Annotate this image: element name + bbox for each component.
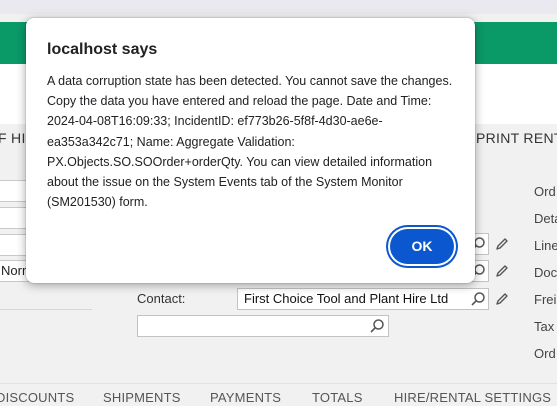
ok-button[interactable]: OK (390, 229, 454, 264)
dialog-title: localhost says (47, 41, 158, 58)
alert-dialog: localhost says A data corruption state h… (26, 18, 475, 283)
page: F HII PRINT RENT Norm Contact: First Cho… (0, 0, 557, 406)
dialog-message: A data corruption state has been detecte… (47, 74, 453, 210)
